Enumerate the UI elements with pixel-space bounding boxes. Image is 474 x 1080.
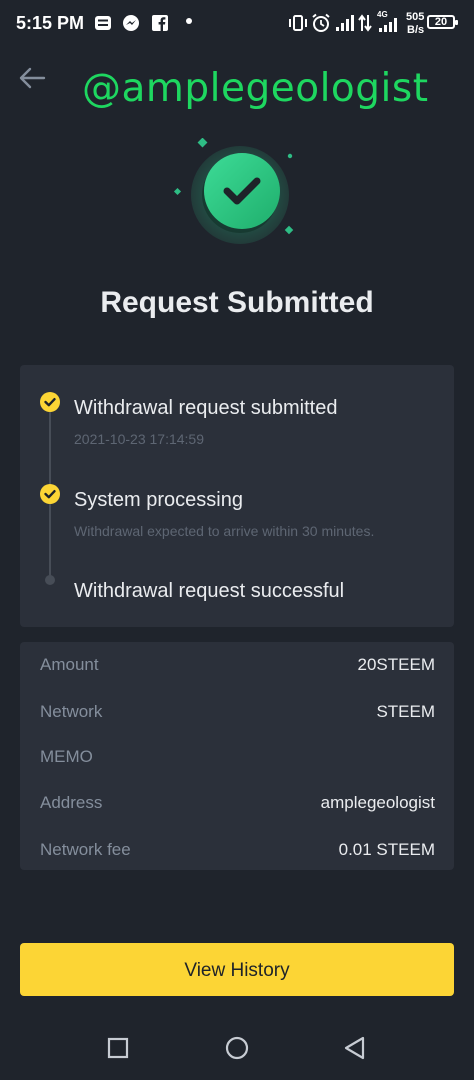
- facebook-icon: [152, 15, 168, 31]
- status-bar: 5:15 PM 4G 505 B/s 20: [0, 0, 474, 48]
- battery-level: 20: [434, 16, 448, 28]
- status-time: 5:15 PM: [16, 13, 85, 33]
- network-value: STEEM: [376, 702, 435, 721]
- amount-label: Amount: [40, 655, 99, 674]
- detail-row-network: Network STEEM: [40, 702, 435, 726]
- detail-row-address: Address amplegeologist: [40, 793, 435, 817]
- triangle-left-icon[interactable]: [341, 1034, 369, 1062]
- view-history-button[interactable]: View History: [20, 943, 454, 996]
- detail-row-memo: MEMO: [40, 747, 435, 771]
- data-transfer-icon: [358, 14, 372, 32]
- step-1-timestamp: 2021-10-23 17:14:59: [74, 431, 204, 447]
- progress-card: Withdrawal request submitted 2021-10-23 …: [20, 365, 454, 627]
- messenger-icon: [123, 15, 139, 31]
- watermark-text: @amplegeologist: [82, 66, 429, 111]
- step-2-title: System processing: [74, 489, 243, 511]
- message-app-icon: [95, 16, 111, 30]
- check-badge-icon: [40, 484, 60, 504]
- network-fee-label: Network fee: [40, 840, 131, 859]
- page-title: Request Submitted: [100, 286, 374, 319]
- signal-icon-2: [379, 18, 397, 32]
- detail-row-network-fee: Network fee 0.01 STEEM: [40, 840, 435, 864]
- net-speed-unit: B/s: [407, 24, 425, 36]
- pending-dot: [45, 575, 55, 585]
- step-3-title: Withdrawal request successful: [74, 580, 345, 602]
- circle-icon[interactable]: [223, 1034, 251, 1062]
- check-circle-icon: [173, 138, 294, 244]
- network-label: Network: [40, 702, 103, 721]
- amount-value: 20STEEM: [357, 655, 435, 674]
- details-card: Amount 20STEEM Network STEEM MEMO Addres…: [20, 642, 454, 870]
- vibrate-icon: [289, 15, 307, 31]
- detail-row-amount: Amount 20STEEM: [40, 655, 435, 679]
- battery-icon: 20: [427, 15, 458, 29]
- address-value[interactable]: amplegeologist: [321, 793, 435, 813]
- notification-dot: [186, 18, 192, 24]
- arrow-left-icon[interactable]: [16, 62, 48, 94]
- square-icon[interactable]: [104, 1034, 132, 1062]
- step-2-subtitle: Withdrawal expected to arrive within 30 …: [74, 523, 375, 539]
- system-nav-bar: [0, 1010, 474, 1080]
- check-badge-icon: [40, 392, 60, 412]
- signal-icon: [336, 15, 354, 31]
- net-speed-value: 505: [406, 11, 425, 23]
- memo-label: MEMO: [40, 747, 93, 766]
- step-1-title: Withdrawal request submitted: [74, 397, 338, 419]
- network-fee-value: 0.01 STEEM: [338, 840, 435, 859]
- address-label: Address: [40, 793, 103, 812]
- alarm-icon: [312, 13, 330, 32]
